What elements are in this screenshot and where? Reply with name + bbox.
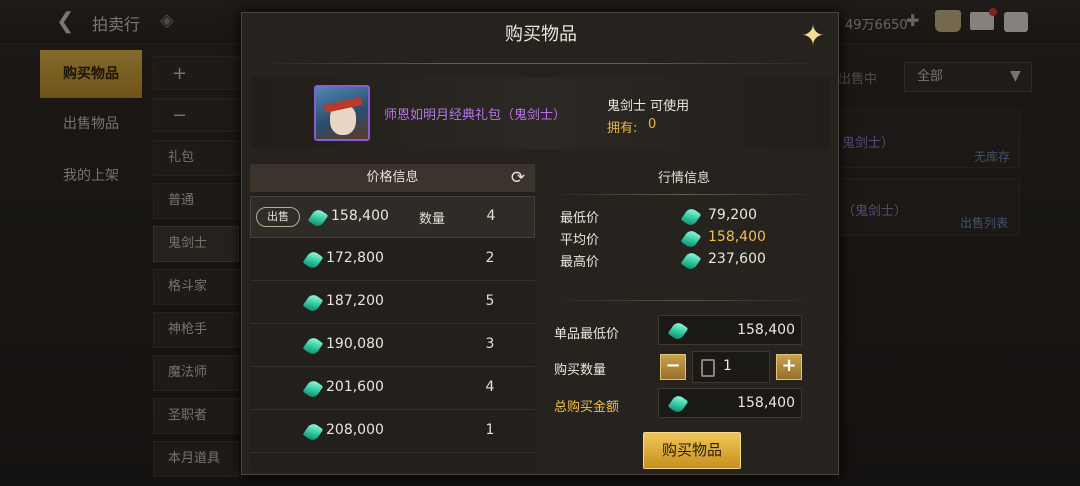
gem-icon — [667, 320, 689, 342]
total-price-value: 158,400 — [737, 395, 795, 411]
price-info-header: 价格信息 — [250, 164, 535, 192]
divider — [550, 194, 818, 195]
price-value: 187,200 — [326, 293, 384, 309]
dialog-title: 购买物品 — [505, 24, 577, 45]
price-row[interactable]: 出售 158,400 数量 4 — [250, 196, 535, 238]
item-thumbnail[interactable] — [314, 85, 370, 141]
decrease-quantity-button[interactable]: − — [660, 354, 686, 380]
gem-icon — [680, 250, 702, 272]
sell-badge: 出售 — [256, 207, 300, 227]
item-name: 师恩如明月经典礼包（鬼剑士） — [384, 108, 567, 123]
total-price-label: 总购买金额 — [554, 400, 620, 415]
divider — [550, 300, 818, 301]
price-row[interactable]: 190,080 3 — [250, 325, 535, 367]
price-value: 208,000 — [326, 422, 384, 438]
gem-icon — [667, 393, 689, 415]
price-value: 172,800 — [326, 250, 384, 266]
quantity-label: 购买数量 — [554, 363, 607, 378]
quantity-value: 1 — [485, 422, 495, 438]
total-price-field: 158,400 — [658, 388, 802, 418]
divider — [260, 63, 822, 64]
item-usable-class: 鬼剑士 可使用 — [607, 99, 690, 114]
quantity-value: 4 — [486, 208, 496, 224]
avg-price-label: 平均价 — [560, 233, 600, 248]
price-row[interactable]: 201,600 4 — [250, 368, 535, 410]
gem-icon — [302, 378, 324, 400]
gem-icon — [680, 206, 702, 228]
quantity-value: 3 — [485, 336, 495, 352]
max-price-label: 最高价 — [560, 255, 600, 270]
quantity-input[interactable]: 1 — [692, 351, 770, 383]
price-value: 201,600 — [326, 379, 384, 395]
price-value: 158,400 — [331, 208, 389, 224]
price-row[interactable]: 172,800 2 — [250, 239, 535, 281]
close-icon[interactable]: ✦ — [798, 21, 828, 51]
unit-price-value: 158,400 — [737, 322, 795, 338]
min-price-label: 最低价 — [560, 211, 600, 226]
price-value: 190,080 — [326, 336, 384, 352]
unit-price-label: 单品最低价 — [554, 327, 620, 342]
unit-price-field: 158,400 — [658, 315, 802, 345]
owned-count: 0 — [648, 117, 657, 132]
owned-label: 拥有: — [607, 121, 638, 136]
quantity-value: 4 — [485, 379, 495, 395]
price-row[interactable]: 208,000 1 — [250, 411, 535, 453]
min-price-value: 79,200 — [708, 207, 757, 223]
quantity-value: 2 — [485, 250, 495, 266]
refresh-icon[interactable]: ⟳ — [507, 167, 529, 189]
quantity-value: 5 — [485, 293, 495, 309]
max-price-value: 237,600 — [708, 251, 766, 267]
market-info-header: 行情信息 — [657, 171, 710, 186]
gem-icon — [302, 249, 324, 271]
buy-button[interactable]: 购买物品 — [643, 432, 741, 469]
purchase-dialog: 购买物品 ✦ 师恩如明月经典礼包（鬼剑士） 鬼剑士 可使用 拥有: 0 价格信息… — [241, 12, 839, 475]
gem-icon — [680, 228, 702, 250]
increase-quantity-button[interactable]: + — [776, 354, 802, 380]
keypad-icon[interactable] — [701, 359, 715, 377]
gem-icon — [302, 335, 324, 357]
quantity-input-value: 1 — [723, 358, 732, 374]
gem-icon — [307, 207, 329, 229]
gem-icon — [302, 292, 324, 314]
price-row[interactable]: 187,200 5 — [250, 282, 535, 324]
quantity-label: 数量 — [419, 212, 446, 227]
avg-price-value: 158,400 — [708, 229, 766, 245]
gem-icon — [302, 421, 324, 443]
